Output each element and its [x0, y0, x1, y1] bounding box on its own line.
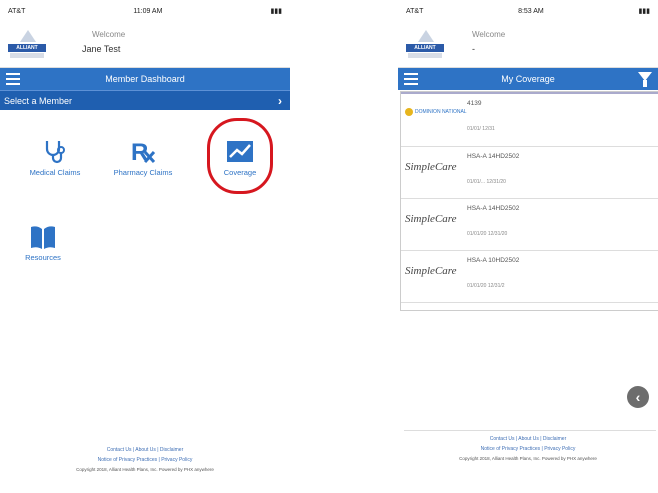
- status-bar: AT&T 8:53 AM ▮▮▮: [398, 0, 658, 22]
- coverage-card[interactable]: SimpleCare HSA-A 10HD2502 01/01/20 12/31…: [401, 251, 658, 303]
- plan-dates: 01/01/20 12/31/2: [467, 283, 505, 289]
- battery-icon: ▮▮▮: [638, 8, 650, 15]
- coverage-card[interactable]: SimpleCare HSA-A 14HD2502 01/01/... 12/3…: [401, 147, 658, 199]
- time-label: 8:53 AM: [518, 7, 544, 15]
- coverage-card[interactable]: DOMINION NATIONAL 4139 01/01/ 12/31: [401, 92, 658, 147]
- nav-bar: Member Dashboard: [0, 68, 290, 90]
- nav-bar: My Coverage: [398, 68, 658, 90]
- page-title: My Coverage: [501, 74, 555, 84]
- plan-name: HSA-A 14HD2502: [467, 205, 520, 212]
- carrier-logo: DOMINION NATIONAL: [405, 108, 467, 116]
- stethoscope-icon: [45, 141, 65, 164]
- carrier-label: AT&T: [8, 7, 26, 15]
- copyright: Copyright 2018, Alliant Health Plans, In…: [76, 467, 214, 472]
- plan-dates: 01/01/ 12/31: [467, 126, 495, 132]
- welcome-header: ALLIANT Welcome Jane Test: [0, 22, 290, 68]
- select-member-label: Select a Member: [4, 95, 73, 106]
- medical-claims-tile[interactable]: Medical Claims: [20, 138, 90, 177]
- highlight-circle: [207, 118, 273, 194]
- alliant-logo: ALLIANT: [406, 30, 448, 60]
- footer-policy-links[interactable]: Notice of Privacy Practices | Privacy Po…: [398, 444, 658, 454]
- plan-name: HSA-A 14HD2502: [467, 153, 520, 160]
- chevron-left-icon: ‹: [635, 389, 641, 405]
- carrier-label: AT&T: [406, 7, 424, 15]
- copyright: Copyright 2018, Alliant Health Plans, In…: [459, 456, 597, 461]
- book-icon: [31, 226, 55, 249]
- rx-icon: R: [131, 139, 156, 164]
- footer: Contact Us | About Us | Disclaimer Notic…: [398, 434, 658, 464]
- time-label: 11:09 AM: [133, 7, 163, 15]
- divider: [404, 430, 656, 431]
- resources-tile[interactable]: Resources: [8, 225, 78, 262]
- plan-dates: 01/01/... 12/31/20: [467, 179, 506, 185]
- coverage-card[interactable]: SimpleCare HSA-A 14HD2502 01/01/20 12/31…: [401, 199, 658, 251]
- footer-links[interactable]: Contact Us | About Us | Disclaimer: [398, 434, 658, 444]
- carrier-logo: SimpleCare: [405, 161, 457, 173]
- left-phone-screen: AT&T 11:09 AM ▮▮▮ ALLIANT Welcome Jane T…: [0, 0, 290, 493]
- tile-label: Pharmacy Claims: [113, 168, 173, 177]
- filter-icon[interactable]: [638, 72, 652, 87]
- welcome-header: ALLIANT Welcome -: [398, 22, 658, 68]
- plan-dates: 01/01/20 12/31/20: [467, 231, 508, 237]
- plan-name: 4139: [467, 100, 482, 107]
- footer-links[interactable]: Contact Us | About Us | Disclaimer: [0, 445, 290, 455]
- menu-icon[interactable]: [6, 73, 20, 85]
- user-name: Jane Test: [82, 44, 121, 54]
- chevron-right-icon: ›: [278, 93, 282, 108]
- right-phone-screen: AT&T 8:53 AM ▮▮▮ ALLIANT Welcome - My Co…: [398, 0, 658, 493]
- dominion-logo-icon: [405, 108, 413, 116]
- welcome-text: Welcome: [472, 30, 506, 39]
- coverage-list: DOMINION NATIONAL 4139 01/01/ 12/31 Simp…: [400, 91, 658, 311]
- back-button[interactable]: ‹: [627, 386, 649, 408]
- tile-label: Medical Claims: [29, 168, 81, 177]
- user-name: -: [472, 44, 475, 54]
- select-member-button[interactable]: Select a Member ›: [0, 90, 290, 110]
- plan-name: HSA-A 10HD2502: [467, 257, 520, 264]
- welcome-text: Welcome: [92, 30, 126, 39]
- alliant-logo: ALLIANT: [8, 30, 50, 60]
- menu-icon[interactable]: [404, 73, 418, 85]
- battery-icon: ▮▮▮: [270, 8, 282, 15]
- pharmacy-claims-tile[interactable]: R Pharmacy Claims: [108, 138, 178, 177]
- footer: Contact Us | About Us | Disclaimer Notic…: [0, 445, 290, 475]
- page-title: Member Dashboard: [105, 74, 185, 84]
- status-bar: AT&T 11:09 AM ▮▮▮: [0, 0, 290, 22]
- carrier-logo: SimpleCare: [405, 213, 457, 225]
- tile-label: Resources: [25, 253, 61, 262]
- footer-policy-links[interactable]: Notice of Privacy Practices | Privacy Po…: [0, 455, 290, 465]
- carrier-logo: SimpleCare: [405, 265, 457, 277]
